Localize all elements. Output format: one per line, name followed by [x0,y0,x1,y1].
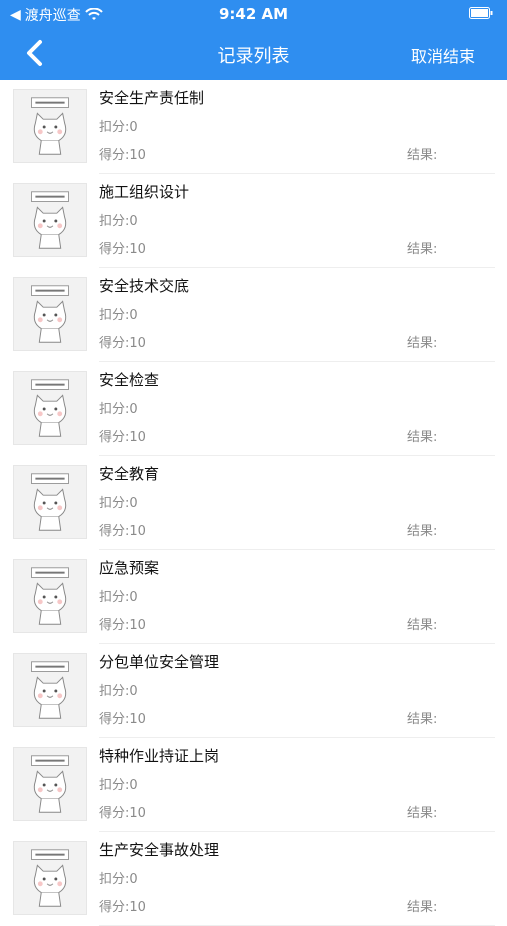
list-item[interactable]: 安全技术交底 扣分:0 得分:10 结果: [0,268,507,362]
item-name: 安全检查 [99,371,160,389]
cancel-end-button[interactable]: 取消结束 [411,43,475,67]
item-result: 结果: [407,712,438,727]
item-result: 结果: [407,618,438,633]
item-deduct: 扣分:0 [99,496,138,511]
thumbnail-image [13,277,87,351]
item-name: 安全技术交底 [99,277,190,295]
item-result: 结果: [407,148,438,163]
list-item[interactable]: 分包单位安全管理 扣分:0 得分:10 结果: [0,644,507,738]
list-item[interactable]: 安全生产责任制 扣分:0 得分:10 结果: [0,80,507,174]
item-score: 得分:10 [99,242,146,257]
item-score: 得分:10 [99,618,146,633]
record-list: 安全生产责任制 扣分:0 得分:10 结果: 施工组织设计 扣分:0 得分:10 结果: 安… [0,80,507,926]
item-name: 施工组织设计 [99,183,190,201]
list-item[interactable]: 特种作业持证上岗 扣分:0 得分:10 结果: [0,738,507,832]
thumbnail-image [13,747,87,821]
item-deduct: 扣分:0 [99,872,138,887]
item-name: 安全生产责任制 [99,89,205,107]
item-result: 结果: [407,242,438,257]
item-name: 特种作业持证上岗 [99,747,220,765]
item-deduct: 扣分:0 [99,308,138,323]
item-score: 得分:10 [99,900,146,915]
list-item[interactable]: 施工组织设计 扣分:0 得分:10 结果: [0,174,507,268]
item-name: 生产安全事故处理 [99,841,220,859]
thumbnail-image [13,371,87,445]
thumbnail-image [13,183,87,257]
list-item[interactable]: 生产安全事故处理 扣分:0 得分:10 结果: [0,832,507,926]
item-result: 结果: [407,806,438,821]
item-result: 结果: [407,430,438,445]
thumbnail-image [13,653,87,727]
item-deduct: 扣分:0 [99,214,138,229]
item-deduct: 扣分:0 [99,684,138,699]
item-result: 结果: [407,336,438,351]
battery-icon [469,7,493,19]
item-deduct: 扣分:0 [99,120,138,135]
thumbnail-image [13,89,87,163]
list-item[interactable]: 应急预案扣分:0 得分:10 结果: [0,550,507,644]
item-score: 得分:10 [99,524,146,539]
item-result: 结果: [407,524,438,539]
item-deduct: 扣分:0 [99,402,138,417]
item-deduct: 扣分:0 [99,778,138,793]
item-score: 得分:10 [99,148,146,163]
nav-bar: 记录列表 取消结束 [0,28,507,80]
thumbnail-image [13,559,87,633]
item-score: 得分:10 [99,430,146,445]
item-name: 应急预案 [99,559,160,577]
thumbnail-image [13,841,87,915]
item-deduct: 扣分:0 [99,590,138,605]
status-bar: ◀ 渡舟巡查 9:42 AM [0,0,507,28]
item-score: 得分:10 [99,806,146,821]
item-name: 安全教育 [99,465,160,483]
item-score: 得分:10 [99,336,146,351]
item-result: 结果: [407,900,438,915]
item-name: 分包单位安全管理 [99,653,220,671]
item-score: 得分:10 [99,712,146,727]
thumbnail-image [13,465,87,539]
top-bar: ◀ 渡舟巡查 9:42 AM 记录列表 取消结束 [0,0,507,80]
list-item[interactable]: 安全教育扣分:0 得分:10 结果: [0,456,507,550]
list-item[interactable]: 安全检查扣分:0 得分:10 结果: [0,362,507,456]
status-time: 9:42 AM [218,5,289,23]
